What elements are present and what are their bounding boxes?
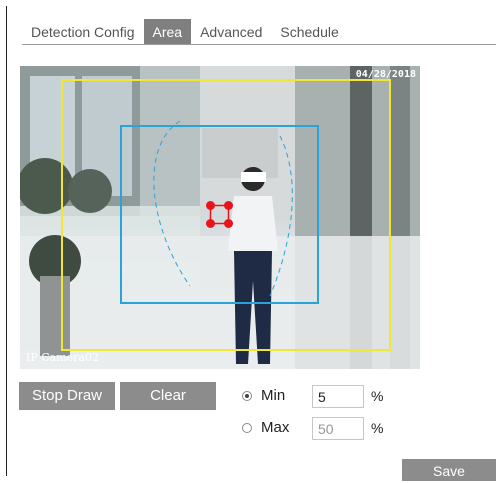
save-button[interactable]: Save [402, 459, 496, 481]
video-timestamp: 04/28/2018 [355, 69, 416, 80]
max-unit: % [371, 420, 384, 436]
min-label: Min [261, 387, 286, 404]
max-radio[interactable] [242, 423, 252, 433]
tab-bar: Detection Config Area Advanced Schedule [22, 19, 348, 45]
stop-draw-button[interactable]: Stop Draw [19, 382, 115, 410]
min-size-input[interactable] [312, 385, 364, 408]
panel-left-border [6, 6, 7, 476]
min-radio[interactable] [242, 391, 252, 401]
handle-connector [209, 204, 230, 225]
camera-preview[interactable]: 04/28/2018 IP Camera02 [20, 66, 420, 369]
min-unit: % [371, 388, 384, 404]
max-size-input[interactable] [312, 417, 364, 440]
camera-name-overlay: IP Camera02 [26, 351, 99, 364]
max-label: Max [261, 419, 290, 436]
tab-detection-config[interactable]: Detection Config [22, 19, 144, 45]
tab-schedule[interactable]: Schedule [271, 19, 347, 45]
tab-area[interactable]: Area [143, 19, 192, 45]
tab-advanced[interactable]: Advanced [191, 19, 271, 45]
clear-button[interactable]: Clear [120, 382, 216, 410]
tab-divider [22, 44, 496, 45]
